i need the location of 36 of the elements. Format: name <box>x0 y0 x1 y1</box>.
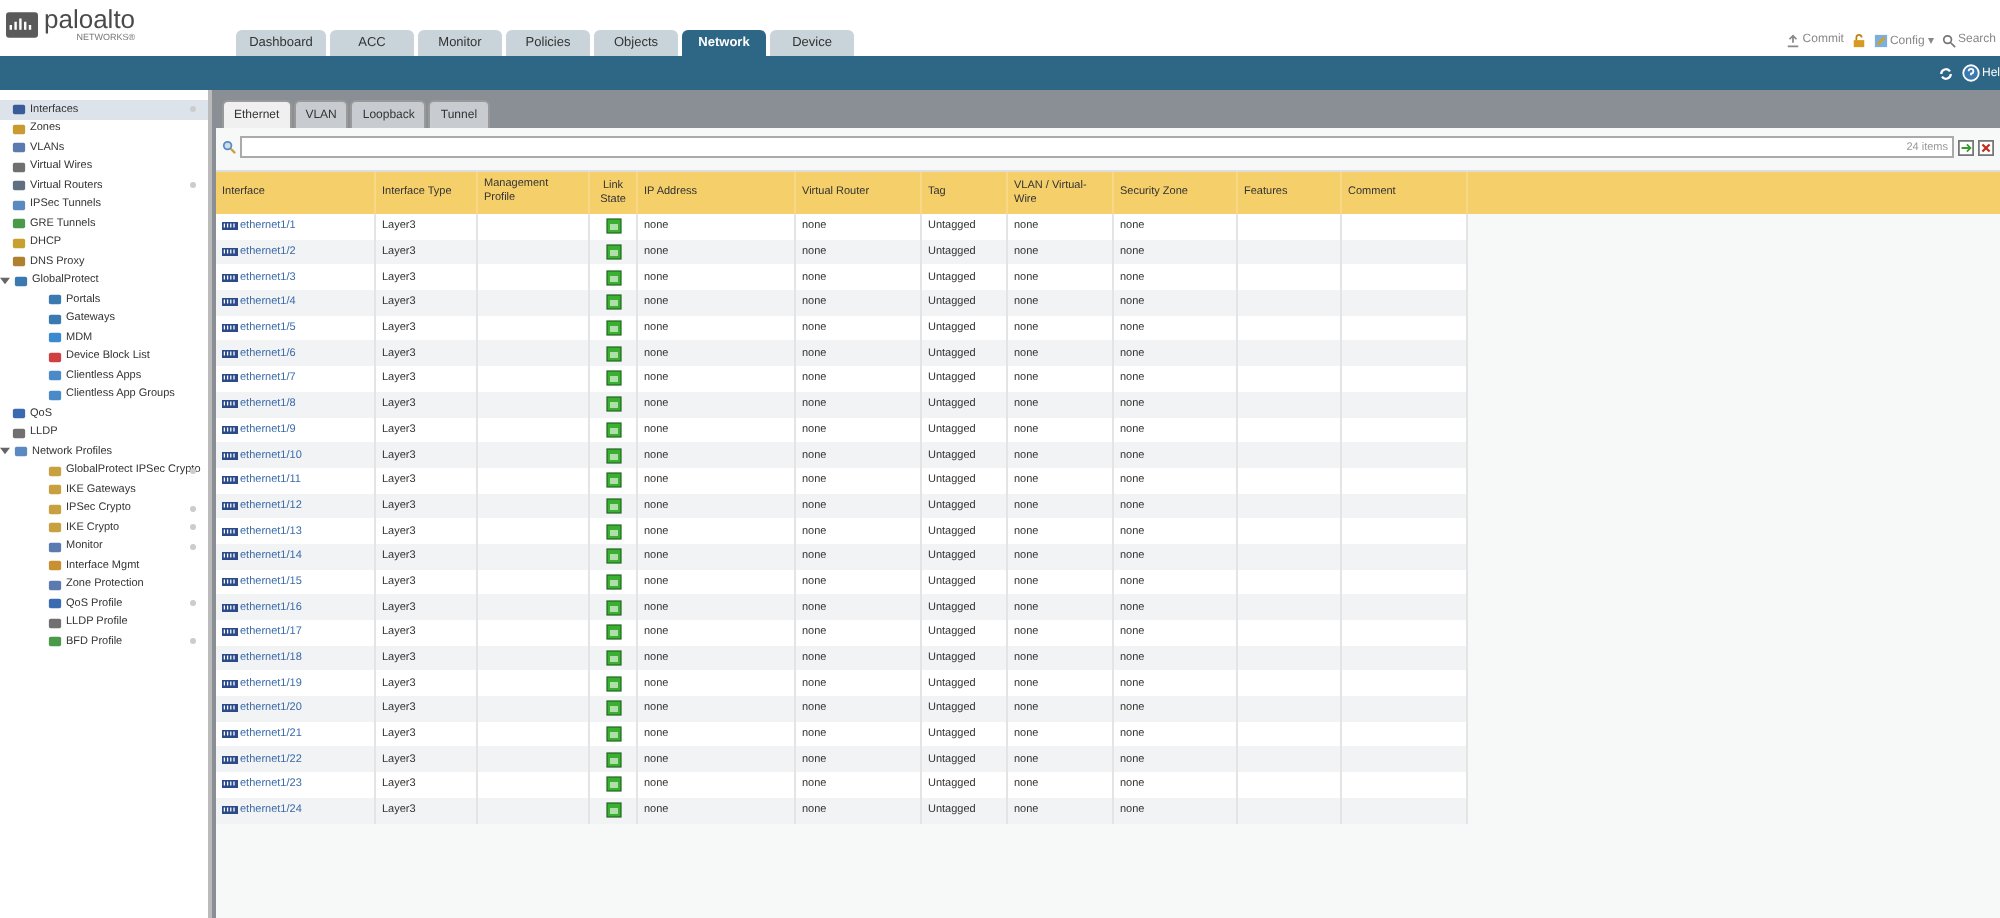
port-icon <box>222 451 238 460</box>
port-icon <box>222 273 238 282</box>
port-icon <box>222 425 238 434</box>
port-icon <box>222 755 238 764</box>
port-icon <box>222 298 238 307</box>
port-icon <box>222 501 238 510</box>
port-icon <box>222 679 238 688</box>
search-icon <box>1941 33 1956 47</box>
port-icon <box>222 374 238 383</box>
port-icon <box>222 400 238 409</box>
port-icon <box>222 349 238 358</box>
port-icon <box>222 628 238 637</box>
lock-icon[interactable] <box>1851 33 1866 47</box>
port-icon <box>222 780 238 789</box>
search-icon <box>222 140 236 154</box>
port-icon <box>222 730 238 739</box>
port-icon <box>222 603 238 612</box>
port-icon <box>222 324 238 333</box>
logo-text: paloalto <box>44 6 136 32</box>
port-icon <box>222 577 238 586</box>
port-icon <box>222 527 238 536</box>
logo-icon <box>6 11 38 37</box>
apply-filter-icon[interactable] <box>1958 139 1974 155</box>
port-icon <box>222 552 238 561</box>
config-icon <box>1873 33 1888 47</box>
port-icon <box>222 806 238 815</box>
refresh-icon[interactable] <box>1937 65 1954 81</box>
port-icon <box>222 222 238 231</box>
clear-filter-icon[interactable] <box>1978 139 1994 155</box>
port-icon <box>222 476 238 485</box>
expand-arrow-icon[interactable] <box>0 275 10 286</box>
port-icon <box>222 704 238 713</box>
port-icon <box>222 654 238 663</box>
port-icon <box>222 248 238 257</box>
upload-icon <box>1786 33 1801 47</box>
expand-arrow-icon[interactable] <box>0 446 10 457</box>
